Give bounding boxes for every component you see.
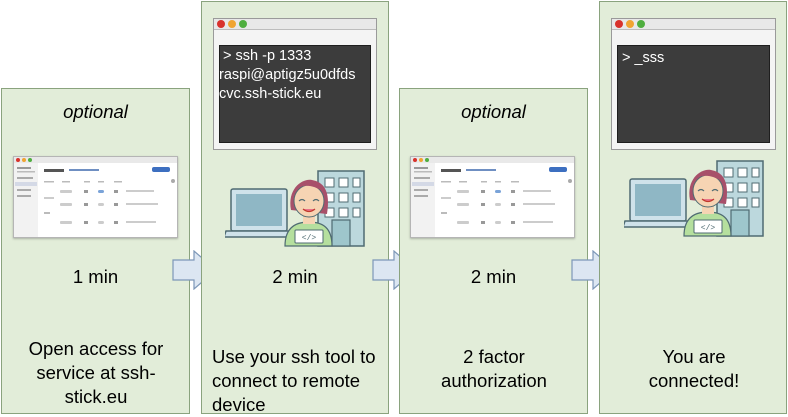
services-dashboard-screenshot-1 <box>13 156 178 238</box>
ssh-command-line: > ssh -p 1333 <box>219 48 312 64</box>
ssh-domain-line: cvc.ssh-stick.eu <box>219 86 322 102</box>
services-dashboard-icon <box>411 157 574 237</box>
laptop-icon <box>225 188 297 238</box>
step-3-duration: 2 min <box>470 266 517 287</box>
services-dashboard-icon <box>14 157 177 237</box>
svg-text:</>: </> <box>302 234 317 243</box>
connected-prompt-line: > _sss <box>622 50 665 66</box>
step-2-duration: 2 min <box>272 266 318 287</box>
developer-at-office-illustration: </> <box>624 160 764 237</box>
svg-text:</>: </> <box>701 224 716 233</box>
services-dashboard-screenshot-2 <box>410 156 575 238</box>
developer-person-icon: </> <box>683 169 732 237</box>
laptop-icon <box>624 178 696 228</box>
terminal-window-icon <box>611 18 776 150</box>
ssh-user-host-line: raspi@aptigz5u0dfds <box>219 67 356 83</box>
developer-at-office-illustration: </> <box>225 170 365 247</box>
developer-person-icon: </> <box>284 179 333 247</box>
step-4-description: You are connected! <box>648 346 740 391</box>
step-1-description: Open access for service at ssh-stick.eu <box>28 338 164 407</box>
step-3-optional-label: optional <box>461 101 526 122</box>
step-3-description: 2 factor authorization <box>441 346 547 391</box>
step-2-description: Use your ssh tool to connect to remote d… <box>212 346 376 415</box>
step-1-duration: 1 min <box>72 266 119 287</box>
step-1-optional-label: optional <box>63 101 128 122</box>
